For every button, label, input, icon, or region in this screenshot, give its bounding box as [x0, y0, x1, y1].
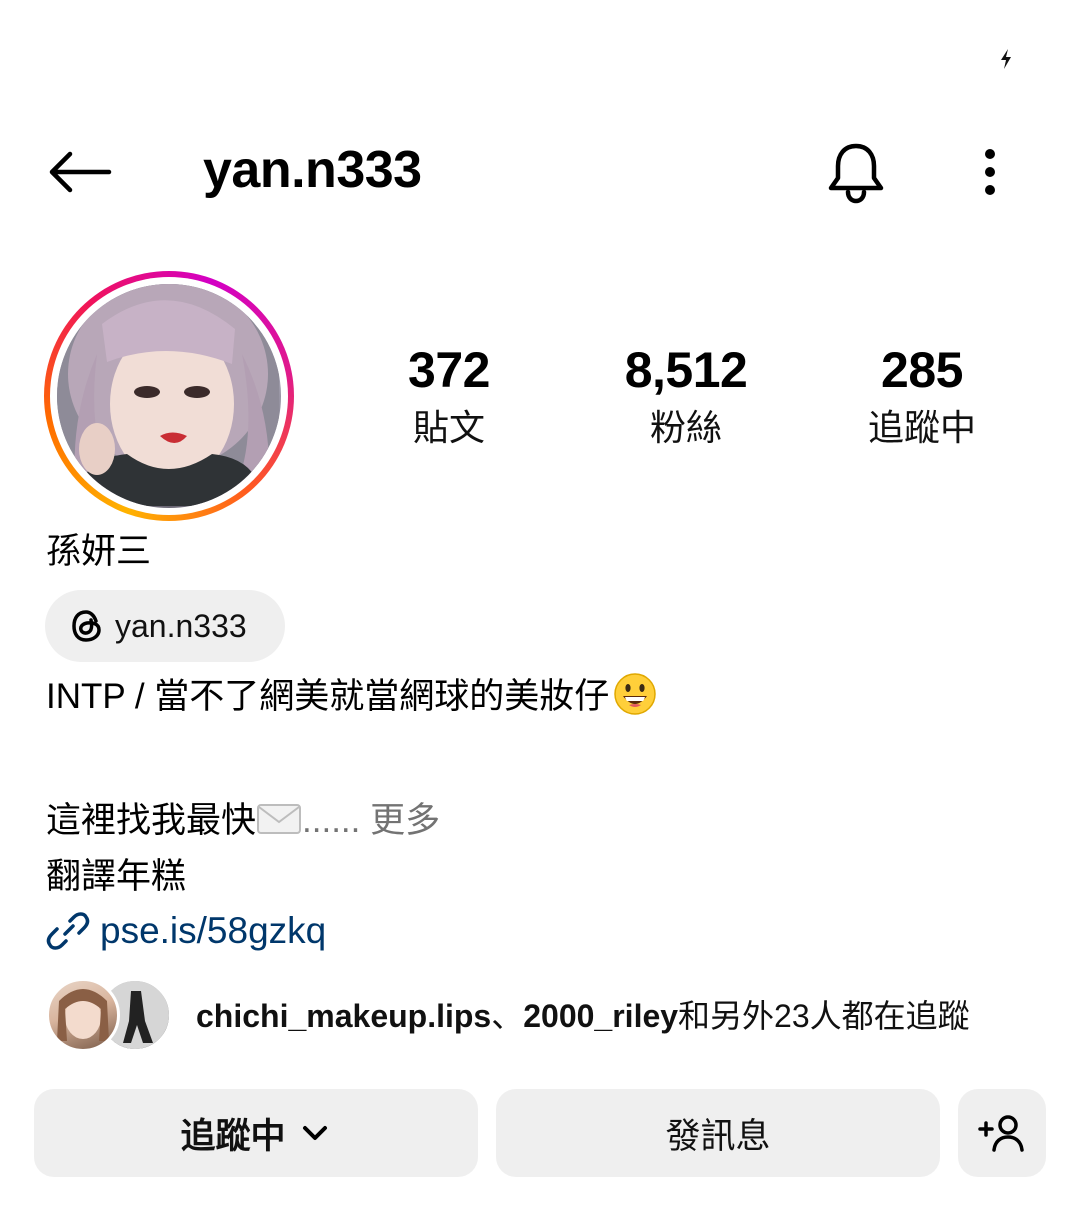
arrow-left-icon — [49, 151, 112, 193]
stat-following-count: 285 — [881, 342, 963, 398]
mutual-follower-2: 2000_riley — [523, 998, 679, 1034]
profile-external-link[interactable]: pse.is/58gzkq — [46, 906, 326, 956]
bio-line-1: INTP / 當不了網美就當網球的美妝仔 — [46, 672, 657, 720]
stat-following[interactable]: 285 追蹤中 — [812, 340, 1032, 452]
lightning-bolt-icon — [1001, 49, 1011, 69]
suggest-users-button[interactable] — [958, 1089, 1046, 1177]
threads-handle: yan.n333 — [115, 607, 247, 644]
stat-followers[interactable]: 8,512 粉絲 — [576, 340, 796, 452]
stat-followers-label: 粉絲 — [649, 407, 722, 448]
profile-avatar — [57, 284, 281, 508]
profile-header: yan.n333 — [0, 120, 1080, 230]
mutual-followers-suffix: 和另外23人都在追蹤 — [678, 998, 970, 1034]
profile-link-text: pse.is/58gzkq — [100, 910, 327, 951]
chevron-down-icon — [302, 1126, 327, 1140]
more-bio-button[interactable]: 更多 — [370, 801, 440, 840]
back-button[interactable] — [40, 142, 118, 202]
link-icon — [46, 912, 90, 950]
mutual-followers[interactable]: chichi_makeup.lips、2000_riley和另外23人都在追蹤 — [46, 978, 1036, 1054]
threads-profile-chip[interactable]: yan.n333 — [45, 590, 285, 662]
bell-icon — [828, 143, 884, 204]
bio-line-2-text: 這裡找我最快 — [46, 801, 257, 840]
message-button-label: 發訊息 — [665, 1116, 771, 1156]
header-username: yan.n333 — [203, 141, 422, 199]
profile-full-name: 孫妍三 — [46, 532, 152, 571]
bio-line-2: 這裡找我最快 ...... 更多 — [46, 798, 440, 844]
profile-avatar-story-ring[interactable] — [44, 271, 294, 521]
notifications-button[interactable] — [822, 136, 890, 208]
stat-posts[interactable]: 372 貼文 — [339, 340, 559, 452]
stat-following-label: 追蹤中 — [867, 407, 976, 448]
grinning-face-emoji — [614, 673, 657, 715]
mutual-followers-text: chichi_makeup.lips、2000_riley和另外23人都在追蹤 — [196, 996, 970, 1036]
add-person-icon — [978, 1115, 1024, 1152]
bio-line-2-ellipsis: ...... — [302, 801, 361, 840]
bio-line-1-text: INTP / 當不了網美就當網球的美妝仔 — [46, 677, 610, 716]
vertical-ellipsis-icon — [985, 149, 995, 195]
bio-line-3: 翻譯年糕 — [46, 857, 187, 896]
stat-followers-count: 8,512 — [624, 342, 748, 398]
mutual-separator: 、 — [491, 998, 524, 1034]
message-button[interactable]: 發訊息 — [496, 1089, 940, 1177]
following-button-label: 追蹤中 — [180, 1116, 286, 1156]
mutual-follower-avatars — [46, 978, 172, 1054]
more-options-button[interactable] — [966, 140, 1014, 204]
threads-logo-icon — [72, 610, 101, 642]
following-button[interactable]: 追蹤中 — [34, 1089, 478, 1177]
mutual-follower-1: chichi_makeup.lips — [196, 998, 492, 1034]
avatar — [46, 978, 120, 1052]
stat-posts-count: 372 — [408, 342, 490, 398]
stat-posts-label: 貼文 — [412, 407, 485, 448]
envelope-emoji — [257, 804, 302, 834]
